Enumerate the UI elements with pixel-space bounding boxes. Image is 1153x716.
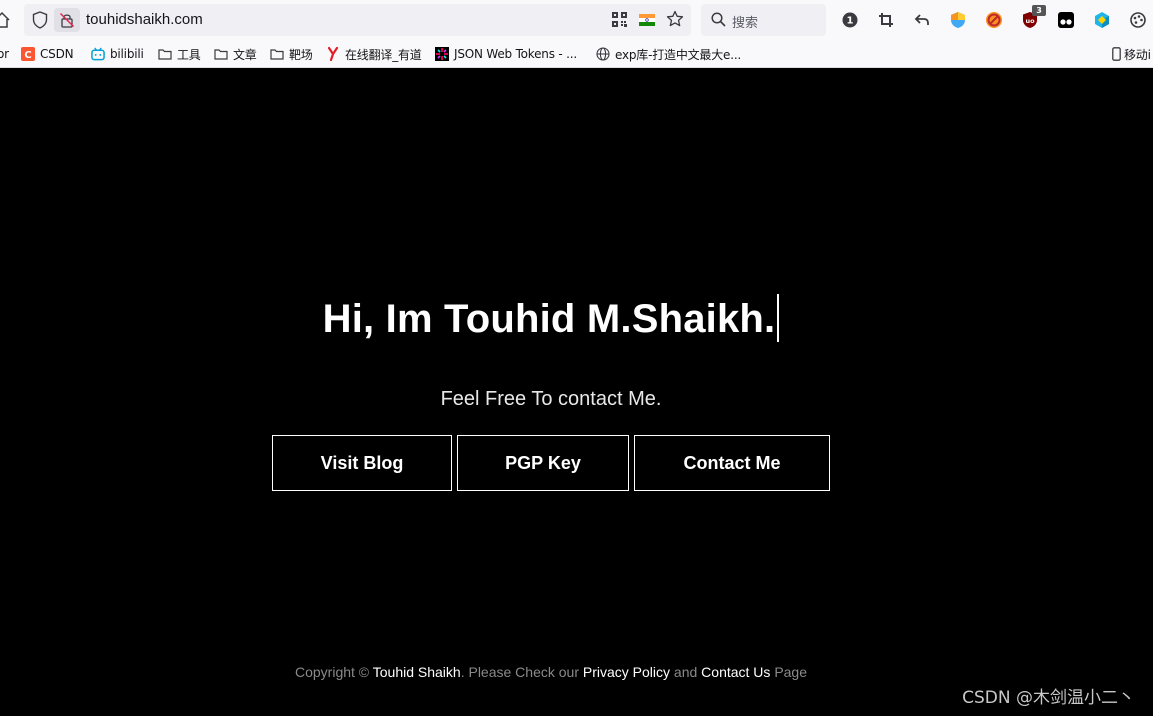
typing-cursor — [777, 294, 780, 342]
search-placeholder: 搜索 — [732, 16, 759, 31]
bookmark-label: 靶场 — [289, 47, 313, 62]
footer-author-link[interactable]: Touhid Shaikh — [373, 664, 461, 680]
svg-text:C: C — [24, 50, 31, 61]
folder-icon — [270, 47, 284, 61]
india-flag-icon[interactable] — [639, 13, 655, 26]
visit-blog-button[interactable]: Visit Blog — [272, 435, 452, 491]
tracking-shield-icon[interactable] — [32, 11, 48, 29]
home-icon[interactable] — [0, 10, 10, 30]
bilibili-tv-icon — [91, 47, 105, 61]
globe-icon — [596, 47, 610, 61]
extension-badge-count: 3 — [1032, 5, 1046, 16]
svg-text:uo: uo — [1025, 17, 1035, 25]
folder-icon — [214, 47, 228, 61]
qr-code-icon[interactable] — [612, 12, 627, 27]
search-bar[interactable]: 搜索 — [701, 4, 826, 36]
bookmark-item-jwt[interactable]: JSON Web Tokens - ... — [435, 46, 577, 62]
bookmark-item-bilibili[interactable]: bilibili — [91, 46, 144, 62]
youdao-logo-icon — [326, 47, 340, 61]
bookmark-label: exp库-打造中文最大e... — [615, 47, 742, 62]
bookmark-label: 移动i — [1124, 47, 1151, 62]
svg-text:1: 1 — [847, 16, 854, 27]
tampermonkey-icon[interactable] — [1057, 11, 1075, 29]
bookmark-item-exp[interactable]: exp库-打造中文最大e... — [596, 46, 741, 62]
csdn-watermark: CSDN @木剑温小二丶 — [962, 688, 1135, 708]
footer-text-suffix: Page — [774, 664, 808, 680]
no-ads-extension-icon[interactable] — [985, 11, 1003, 29]
footer-copyright-prefix: Copyright © — [294, 664, 370, 680]
folder-icon — [158, 47, 172, 61]
search-icon — [711, 12, 726, 32]
footer-text-and: and — [673, 664, 698, 680]
mobile-device-icon — [1112, 47, 1121, 61]
bookmark-item-youdao[interactable]: 在线翻译_有道 — [326, 46, 422, 62]
bookmark-label: CSDN — [40, 47, 74, 61]
bookmark-folder-tools[interactable]: 工具 — [158, 46, 201, 62]
bookmark-label: 文章 — [233, 47, 257, 62]
crop-screenshot-icon[interactable] — [877, 11, 895, 29]
hero-heading: Hi, Im Touhid M.Shaikh. — [0, 294, 1102, 342]
bookmark-folder-mobile[interactable]: 移动i — [1112, 46, 1151, 62]
webpage-content: Hi, Im Touhid M.Shaikh. Feel Free To con… — [0, 69, 1153, 716]
bookmark-star-icon[interactable] — [666, 10, 684, 33]
browser-toolbar: touhidshaikh.com 搜索 1 uo 3 — [0, 0, 1153, 40]
bookmark-item-truncated[interactable]: or — [0, 46, 9, 62]
bookmark-folder-range[interactable]: 靶场 — [270, 46, 313, 62]
cube-extension-icon[interactable] — [1093, 11, 1111, 29]
bookmark-label: 在线翻译_有道 — [345, 47, 422, 62]
onepassword-extension-icon[interactable]: 1 — [841, 11, 859, 29]
privacy-policy-link[interactable]: Privacy Policy — [583, 664, 670, 680]
bookmark-label: bilibili — [110, 47, 144, 61]
pgp-key-button[interactable]: PGP Key — [457, 435, 629, 491]
palette-extension-icon[interactable] — [1129, 11, 1147, 29]
jwt-logo-icon — [435, 47, 449, 61]
hero-subtitle: Feel Free To contact Me. — [440, 388, 662, 410]
footer-text-middle: . Please Check our — [460, 664, 579, 680]
bookmarks-toolbar: or C CSDN bilibili 工具 文章 靶场 在线翻译_有道 JSON… — [0, 40, 1153, 68]
undo-arrow-icon[interactable] — [913, 11, 931, 29]
page-footer: Copyright © Touhid Shaikh. Please Check … — [0, 664, 1102, 680]
url-text[interactable]: touhidshaikh.com — [86, 11, 203, 28]
url-bar[interactable]: touhidshaikh.com — [24, 4, 691, 36]
contact-us-link[interactable]: Contact Us — [701, 664, 770, 680]
contact-me-button[interactable]: Contact Me — [634, 435, 830, 491]
bookmark-item-csdn[interactable]: C CSDN — [21, 46, 74, 62]
insecure-lock-icon[interactable] — [54, 8, 80, 32]
bookmark-label: JSON Web Tokens - ... — [454, 47, 577, 61]
csdn-logo-icon: C — [21, 47, 35, 61]
shield-extension-icon[interactable] — [949, 11, 967, 29]
bookmark-folder-articles[interactable]: 文章 — [214, 46, 257, 62]
hero-heading-text: Hi, Im Touhid M.Shaikh. — [322, 297, 776, 341]
bookmark-label: or — [0, 47, 9, 61]
bookmark-label: 工具 — [177, 47, 201, 62]
